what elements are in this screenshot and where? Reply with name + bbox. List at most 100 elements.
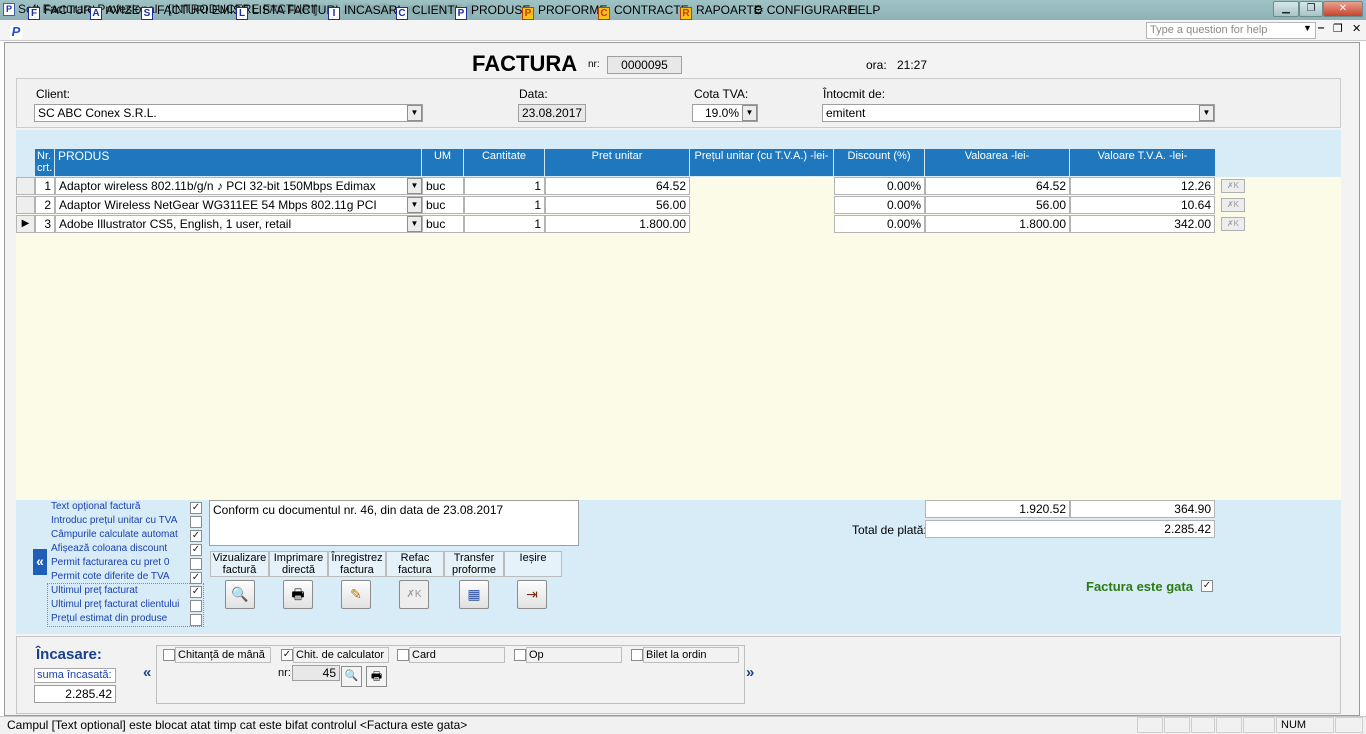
help-search-input[interactable]: Type a question for help xyxy=(1146,22,1316,39)
table-row-pret[interactable]: 1.800.00 xyxy=(545,215,690,233)
option-checkbox[interactable]: ✓ xyxy=(190,502,202,514)
date-field[interactable]: 23.08.2017 xyxy=(518,104,586,122)
table-row-discount[interactable]: 0.00% xyxy=(834,215,925,233)
chevron-down-icon[interactable]: ▼ xyxy=(742,105,757,121)
menu-facturi[interactable]: F FACTURI xyxy=(28,2,95,20)
option-checkbox[interactable]: ✓ xyxy=(190,544,202,556)
mdi-restore-button[interactable]: ❐ xyxy=(1333,22,1343,35)
table-row-produs[interactable]: Adaptor wireless 802.11b/g/n ♪ PCI 32-bi… xyxy=(55,177,423,195)
save-icon[interactable]: ✎ xyxy=(341,580,371,609)
method-checkbox[interactable] xyxy=(631,649,643,661)
invoice-nr-label: nr: xyxy=(588,59,600,70)
menu-clienti[interactable]: C CLIENTI xyxy=(396,2,458,20)
row-selector[interactable] xyxy=(16,177,35,195)
current-row-arrow-icon[interactable]: ▶ xyxy=(16,215,35,233)
facturi-emise-icon: S xyxy=(141,7,153,20)
method-label: Card xyxy=(409,647,505,663)
menu-proforme[interactable]: P PROFORME xyxy=(522,2,607,20)
option-checkbox[interactable] xyxy=(190,516,202,528)
status-pane xyxy=(1191,717,1215,733)
scroll-right-icon[interactable]: » xyxy=(746,664,754,681)
menu-avize[interactable]: A AVIZE xyxy=(90,2,140,20)
menu-contracte[interactable]: C CONTRACTE xyxy=(598,2,689,20)
mdi-minimize-button[interactable]: ‒ xyxy=(1318,22,1324,34)
method-checkbox[interactable] xyxy=(514,649,526,661)
menu-rapoarte[interactable]: R RAPOARTE xyxy=(680,2,762,20)
preview-icon[interactable]: 🔍 xyxy=(225,580,255,609)
vizualizare-button[interactable]: Vizualizare factură xyxy=(210,551,269,577)
menu-help[interactable]: HELP xyxy=(849,2,880,19)
factura-gata-checkbox[interactable]: ✓ xyxy=(1201,580,1213,592)
chevron-down-icon[interactable]: ▼ xyxy=(407,216,422,232)
method-checkbox[interactable] xyxy=(163,649,175,661)
option-checkbox[interactable]: ✓ xyxy=(190,572,202,584)
refac-button[interactable]: Refac factura xyxy=(386,551,444,577)
gear-icon: ⚙ xyxy=(753,3,764,17)
option-checkbox[interactable]: ✓ xyxy=(190,586,202,598)
iesire-button[interactable]: Ieșire xyxy=(504,551,562,577)
menu-app-icon[interactable]: P xyxy=(10,22,26,39)
client-select[interactable]: SC ABC Conex S.R.L. xyxy=(34,104,423,122)
total-de-plata: 2.285.42 xyxy=(925,520,1215,538)
print-icon[interactable]: 🖶 xyxy=(283,580,313,609)
help-dropdown-icon[interactable]: ▼ xyxy=(1303,23,1312,33)
col-pret-tva: Prețul unitar (cu T.V.A.) -lei- xyxy=(690,149,834,176)
option-checkbox[interactable] xyxy=(190,600,202,612)
scroll-left-icon[interactable]: « xyxy=(143,664,151,681)
table-row-pret[interactable]: 64.52 xyxy=(545,177,690,195)
table-row-um[interactable]: buc xyxy=(422,215,464,233)
table-row-cantitate[interactable]: 1 xyxy=(464,215,545,233)
table-row-discount[interactable]: 0.00% xyxy=(834,196,925,214)
imprimare-button[interactable]: Imprimare directă xyxy=(269,551,328,577)
collapse-options-button[interactable]: « xyxy=(33,549,47,575)
table-row-cantitate[interactable]: 1 xyxy=(464,177,545,195)
transfer-icon[interactable]: ▦ xyxy=(459,580,489,609)
table-row-um[interactable]: buc xyxy=(422,177,464,195)
option-checkbox[interactable]: ✓ xyxy=(190,530,202,542)
chitanta-nr-field[interactable]: 45 xyxy=(292,665,340,681)
exit-icon[interactable]: ⇥ xyxy=(517,580,547,609)
menu-produse[interactable]: P PRODUSE xyxy=(455,2,530,20)
close-button[interactable]: ✕ xyxy=(1323,1,1363,17)
intocmit-select[interactable]: emitent xyxy=(822,104,1215,122)
print-icon[interactable]: 🖶 xyxy=(366,666,387,687)
undo-icon[interactable]: ✗K xyxy=(399,580,429,609)
method-checkbox[interactable] xyxy=(397,649,409,661)
option-checkbox[interactable] xyxy=(190,614,202,626)
chevron-down-icon[interactable]: ▼ xyxy=(407,105,422,121)
status-pane xyxy=(1243,717,1275,733)
row-clear-icon[interactable]: ✗K xyxy=(1221,217,1245,231)
maximize-button[interactable]: ❐ xyxy=(1299,1,1323,17)
inregistrez-button[interactable]: Înregistrez factura xyxy=(328,551,386,577)
table-row-cantitate[interactable]: 1 xyxy=(464,196,545,214)
chevron-down-icon[interactable]: ▼ xyxy=(407,197,422,213)
table-row-pret[interactable]: 56.00 xyxy=(545,196,690,214)
invoice-nr-field[interactable]: 0000095 xyxy=(607,56,682,74)
table-row-discount[interactable]: 0.00% xyxy=(834,177,925,195)
suma-field[interactable]: 2.285.42 xyxy=(34,685,116,703)
menu-configurare[interactable]: ⚙ CONFIGURARE xyxy=(753,2,855,19)
rapoarte-icon: R xyxy=(680,7,692,20)
row-selector[interactable] xyxy=(16,196,35,214)
table-row-um[interactable]: buc xyxy=(422,196,464,214)
row-clear-icon[interactable]: ✗K xyxy=(1221,198,1245,212)
menu-facturi-emise[interactable]: S FACTURI EMISE xyxy=(141,2,249,20)
preview-icon[interactable]: 🔍 xyxy=(341,666,362,687)
table-row-produs[interactable]: Adobe Illustrator CS5, English, 1 user, … xyxy=(55,215,423,233)
chevron-down-icon[interactable]: ▼ xyxy=(1199,105,1214,121)
menu-lista-facturi[interactable]: L LISTA FACTURI xyxy=(236,2,338,20)
option-checkbox[interactable] xyxy=(190,558,202,570)
option-label: Introduc prețul unitar cu TVA xyxy=(51,515,178,526)
produse-icon: P xyxy=(455,7,467,20)
minimize-button[interactable]: ▁ xyxy=(1273,1,1299,17)
mdi-close-button[interactable]: ✕ xyxy=(1352,22,1361,35)
option-label: Câmpurile calculate automat xyxy=(51,529,178,540)
menu-incasari[interactable]: I INCASARI xyxy=(328,2,401,20)
transfer-button[interactable]: Transfer proforme xyxy=(444,551,504,577)
incasare-title: Încasare: xyxy=(36,646,102,663)
row-clear-icon[interactable]: ✗K xyxy=(1221,179,1245,193)
chevron-down-icon[interactable]: ▼ xyxy=(407,178,422,194)
method-checkbox[interactable]: ✓ xyxy=(281,649,293,661)
text-optional-textarea[interactable]: Conform cu documentul nr. 46, din data d… xyxy=(209,500,579,546)
table-row-produs[interactable]: Adaptor Wireless NetGear WG311EE 54 Mbps… xyxy=(55,196,423,214)
